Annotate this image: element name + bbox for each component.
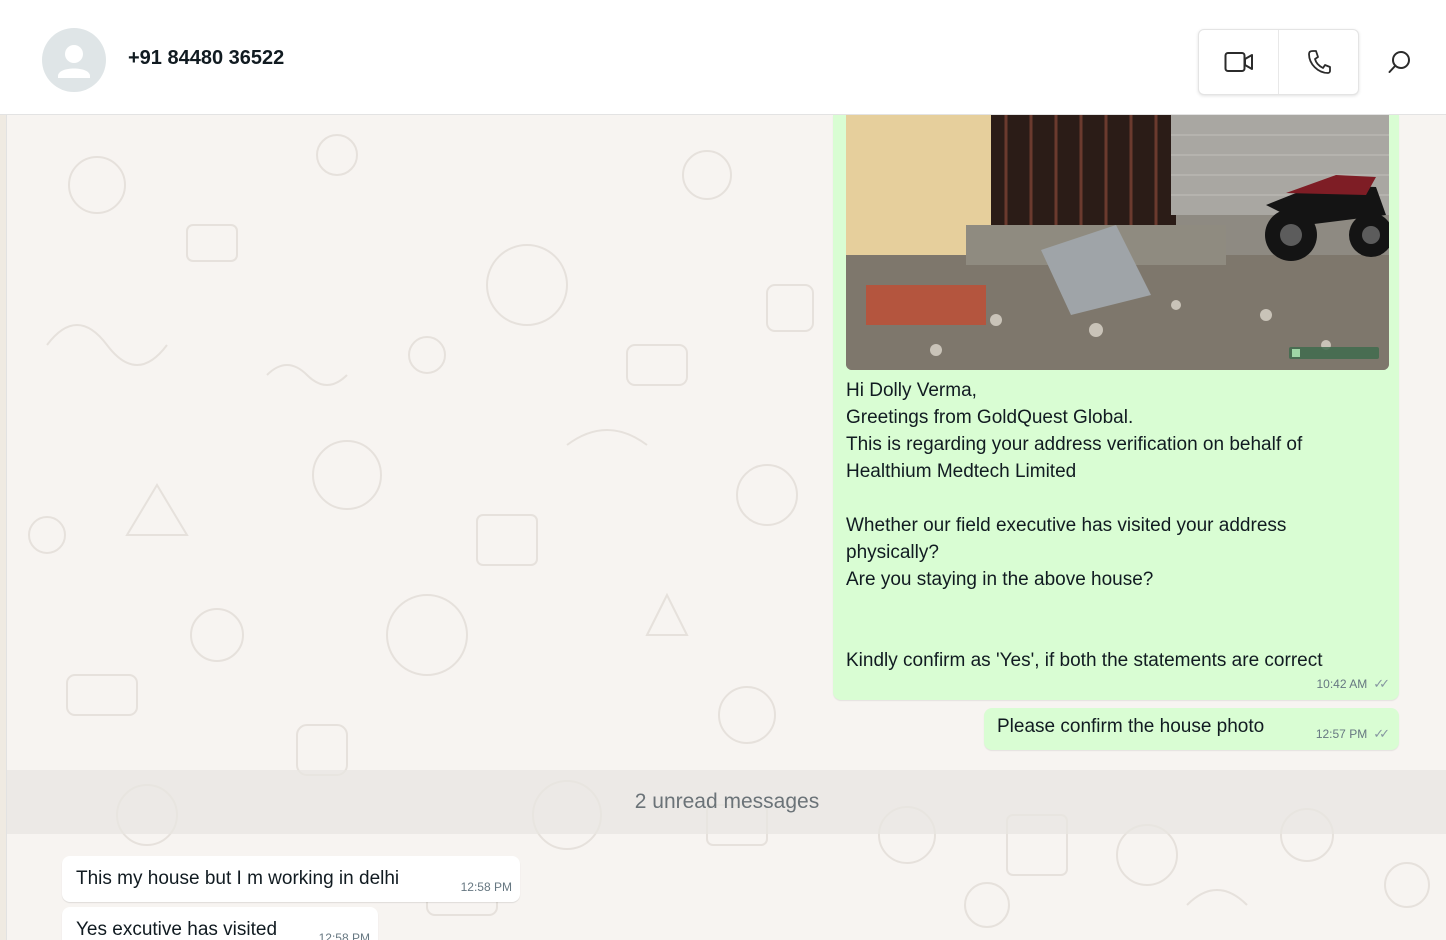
message-text: Yes excutive has visited [76, 919, 278, 940]
contact-name[interactable]: +91 84480 36522 [128, 47, 284, 70]
incoming-message[interactable]: This my house but I m working in delhi 1… [62, 856, 520, 902]
outgoing-message-with-image[interactable]: Hi Dolly Verma, Greetings from GoldQuest… [833, 115, 1399, 700]
contact-avatar[interactable] [42, 28, 106, 92]
video-call-icon [1224, 52, 1253, 72]
video-call-button[interactable] [1199, 30, 1278, 94]
message-timestamp: 12:57 PM ✓✓ [1315, 726, 1390, 741]
unread-messages-label: 2 unread messages [634, 790, 820, 813]
message-timestamp: 10:42 AM ✓✓ [1316, 676, 1390, 691]
search-button[interactable] [1378, 40, 1422, 84]
chat-header: +91 84480 36522 [0, 0, 1446, 115]
voice-call-icon [1307, 50, 1331, 74]
read-ticks-icon: ✓✓ [1373, 676, 1390, 691]
message-text: This my house but I m working in delhi [76, 868, 400, 889]
call-buttons [1198, 29, 1359, 95]
outgoing-message[interactable]: Please confirm the house photo 12:57 PM ✓… [984, 708, 1399, 750]
message-timestamp: 12:58 PM [460, 880, 512, 894]
message-text: Hi Dolly Verma, Greetings from GoldQuest… [846, 380, 1323, 671]
voice-call-button[interactable] [1278, 30, 1358, 94]
message-timestamp: 12:58 PM [318, 931, 370, 940]
search-icon [1388, 51, 1410, 73]
house-photo-image [846, 115, 1389, 370]
message-text: Please confirm the house photo [997, 716, 1265, 737]
avatar-person-icon [58, 45, 90, 78]
incoming-message[interactable]: Yes excutive has visited 12:58 PM [62, 907, 378, 940]
chat-panel[interactable]: Hi Dolly Verma, Greetings from GoldQuest… [6, 115, 1446, 940]
read-ticks-icon: ✓✓ [1373, 726, 1390, 741]
house-photo[interactable] [846, 115, 1389, 370]
unread-messages-divider: 2 unread messages [7, 770, 1446, 834]
